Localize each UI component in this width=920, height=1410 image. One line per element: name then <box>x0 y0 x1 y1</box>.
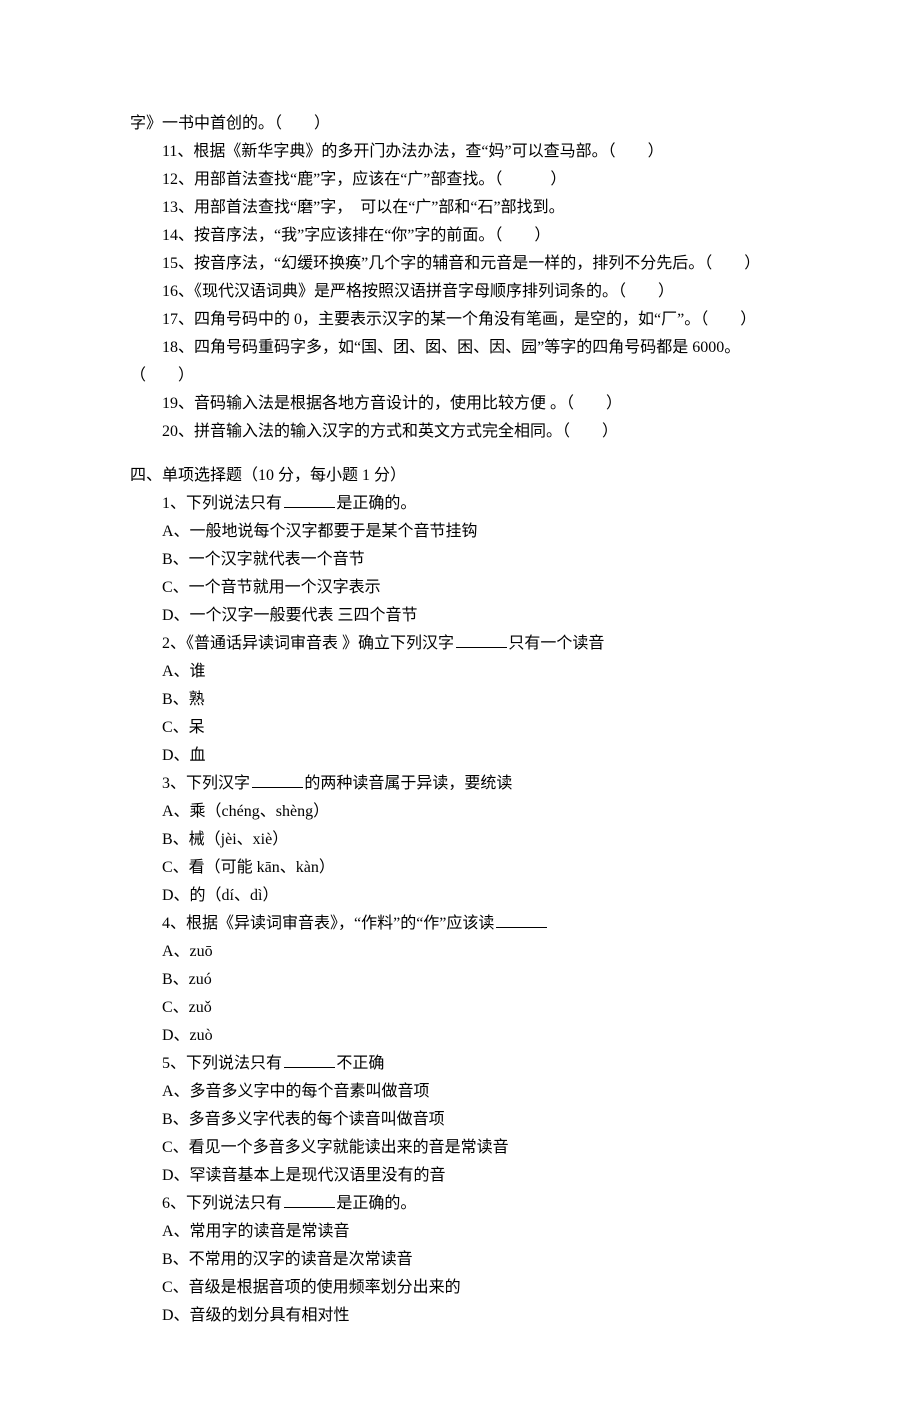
blank <box>496 913 547 928</box>
mcq-option: D、罕读音基本上是现代汉语里没有的音 <box>130 1162 790 1190</box>
mcq-stem-pre: 3、下列汉字 <box>162 775 250 792</box>
tfq-item-tail: （ ） <box>130 362 790 390</box>
mcq-option: A、谁 <box>130 658 790 686</box>
tfq-item: 19、音码输入法是根据各地方音设计的，使用比较方便 。（ ） <box>130 390 790 418</box>
mcq-stem: 6、下列说法只有 是正确的。 <box>130 1190 790 1218</box>
mcq-stem-pre: 4、根据《异读词审音表》，“作料”的“作”应该读 <box>162 915 494 932</box>
mcq-option: A、多音多义字中的每个音素叫做音项 <box>130 1078 790 1106</box>
mcq-option: B、一个汉字就代表一个音节 <box>130 546 790 574</box>
tfq-item: 13、用部首法查找“磨”字， 可以在“广”部和“石”部找到。 <box>130 194 790 222</box>
mcq-option: D、zuò <box>130 1022 790 1050</box>
mcq-stem-post: 是正确的。 <box>336 1195 416 1212</box>
mcq-option: B、械（jèi、xiè） <box>130 826 790 854</box>
mcq-option: B、熟 <box>130 686 790 714</box>
continuation-line: 字》一书中首创的。（ ） <box>130 110 790 138</box>
tfq-item: 15、按音序法，“幻缓环换痪”几个字的辅音和元音是一样的，排列不分先后。（ ） <box>130 250 790 278</box>
mcq-stem-post: 是正确的。 <box>336 495 416 512</box>
mcq-stem-post: 的两种读音属于异读，要统读 <box>304 775 512 792</box>
mcq-stem-post: 只有一个读音 <box>508 635 604 652</box>
tfq-item: 18、四角号码重码字多，如“国、团、囡、困、因、园”等字的四角号码都是 6000… <box>130 334 790 362</box>
mcq-stem: 5、下列说法只有 不正确 <box>130 1050 790 1078</box>
mcq-option: B、zuó <box>130 966 790 994</box>
blank <box>284 1053 335 1068</box>
mcq-option: D、音级的划分具有相对性 <box>130 1302 790 1330</box>
tfq-item: 12、用部首法查找“鹿”字，应该在“广”部查找。（ ） <box>130 166 790 194</box>
mcq-option: B、多音多义字代表的每个读音叫做音项 <box>130 1106 790 1134</box>
mcq-option: B、不常用的汉字的读音是次常读音 <box>130 1246 790 1274</box>
mcq-option: D、血 <box>130 742 790 770</box>
blank <box>284 1193 335 1208</box>
mcq-stem-pre: 1、下列说法只有 <box>162 495 282 512</box>
mcq-stem-pre: 5、下列说法只有 <box>162 1055 282 1072</box>
mcq-option: C、zuǒ <box>130 994 790 1022</box>
tfq-item: 20、拼音输入法的输入汉字的方式和英文方式完全相同。（ ） <box>130 418 790 446</box>
document-page: 字》一书中首创的。（ ） 11、根据《新华字典》的多开门办法办法，查“妈”可以查… <box>0 0 920 1410</box>
mcq-option: A、乘（chéng、shèng） <box>130 798 790 826</box>
mcq-option: D、的（dí、dì） <box>130 882 790 910</box>
mcq-option: A、zuō <box>130 938 790 966</box>
mcq-stem-pre: 2、《普通话异读词审音表 》确立下列汉字 <box>162 635 454 652</box>
mcq-option: C、一个音节就用一个汉字表示 <box>130 574 790 602</box>
mcq-stem: 3、下列汉字 的两种读音属于异读，要统读 <box>130 770 790 798</box>
mcq-stem: 2、《普通话异读词审音表 》确立下列汉字 只有一个读音 <box>130 630 790 658</box>
mcq-stem-post: 不正确 <box>336 1055 384 1072</box>
tfq-item: 14、按音序法，“我”字应该排在“你”字的前面。（ ） <box>130 222 790 250</box>
mcq-option: C、呆 <box>130 714 790 742</box>
mcq-stem-pre: 6、下列说法只有 <box>162 1195 282 1212</box>
mcq-stem: 4、根据《异读词审音表》，“作料”的“作”应该读 <box>130 910 790 938</box>
blank <box>456 633 507 648</box>
tfq-item: 11、根据《新华字典》的多开门办法办法，查“妈”可以查马部。（ ） <box>130 138 790 166</box>
mcq-option: C、看见一个多音多义字就能读出来的音是常读音 <box>130 1134 790 1162</box>
blank <box>252 773 303 788</box>
mcq-option: C、看（可能 kān、kàn） <box>130 854 790 882</box>
tfq-item: 16、《现代汉语词典》是严格按照汉语拼音字母顺序排列词条的。（ ） <box>130 278 790 306</box>
tfq-item: 17、四角号码中的 0，主要表示汉字的某一个角没有笔画，是空的，如“厂”。（ ） <box>130 306 790 334</box>
mcq-stem: 1、下列说法只有 是正确的。 <box>130 490 790 518</box>
blank <box>284 493 335 508</box>
mcq-option: A、一般地说每个汉字都要于是某个音节挂钩 <box>130 518 790 546</box>
section-4-header: 四、单项选择题（10 分，每小题 1 分） <box>130 462 790 490</box>
mcq-option: D、一个汉字一般要代表 三四个音节 <box>130 602 790 630</box>
mcq-option: A、常用字的读音是常读音 <box>130 1218 790 1246</box>
mcq-option: C、音级是根据音项的使用频率划分出来的 <box>130 1274 790 1302</box>
